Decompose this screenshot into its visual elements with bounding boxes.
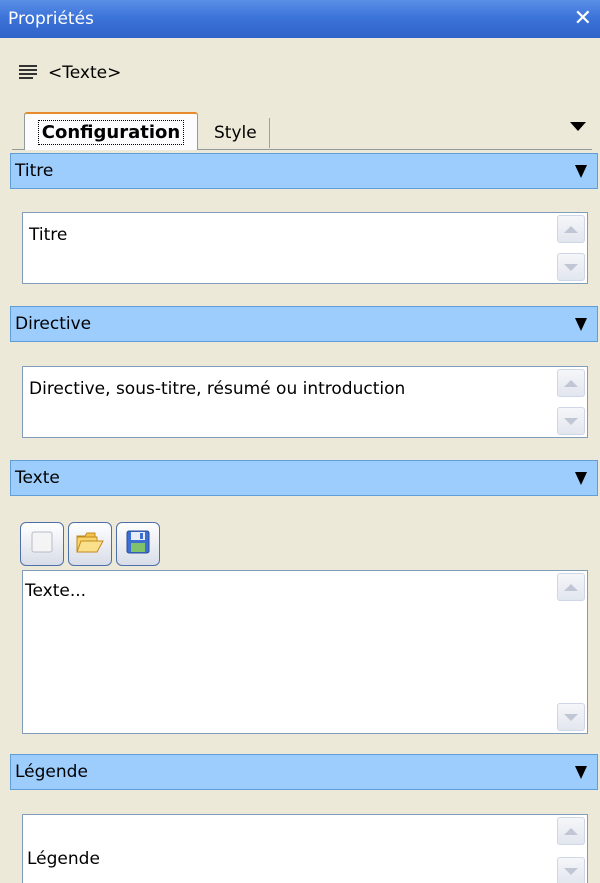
scroll-down-icon[interactable] <box>557 703 585 731</box>
title-text: Titre <box>29 225 68 245</box>
scroll-up-icon[interactable] <box>557 817 585 845</box>
section-header-label: Légende <box>15 762 88 782</box>
scroll-down-icon[interactable] <box>557 857 585 883</box>
section-header-label: Texte <box>15 468 60 488</box>
save-icon <box>124 528 152 561</box>
directive-text: Directive, sous-titre, résumé ou introdu… <box>29 379 406 399</box>
node-label: <Texte> <box>48 63 122 83</box>
scroll-up-icon[interactable] <box>557 369 585 397</box>
save-button[interactable] <box>116 522 160 566</box>
close-icon[interactable]: ✕ <box>574 8 592 30</box>
panel-title: Propriétés <box>8 9 94 29</box>
new-document-icon <box>29 529 55 560</box>
section-header-label: Directive <box>15 314 92 334</box>
scroll-up-icon[interactable] <box>557 215 585 243</box>
panel-titlebar: Propriétés ✕ <box>0 0 600 38</box>
title-textarea[interactable]: Titre <box>22 212 588 284</box>
section-header-legend[interactable]: Légende <box>10 754 598 790</box>
text-content: Texte... <box>25 581 87 601</box>
section-header-directive[interactable]: Directive <box>10 306 598 342</box>
section-header-title[interactable]: Titre <box>10 153 598 189</box>
selected-node: <Texte> <box>18 56 121 90</box>
legend-text: Légende <box>27 849 100 869</box>
tab-style[interactable]: Style <box>202 118 270 148</box>
collapse-triangle-icon[interactable] <box>575 317 587 331</box>
directive-textarea[interactable]: Directive, sous-titre, résumé ou introdu… <box>22 366 588 438</box>
collapse-triangle-icon[interactable] <box>575 164 587 178</box>
scrollbar[interactable] <box>557 369 585 435</box>
new-document-button[interactable] <box>20 522 64 566</box>
tab-configuration[interactable]: Configuration <box>24 112 198 150</box>
tab-configuration-label: Configuration <box>37 119 185 145</box>
text-content-textarea[interactable]: Texte... <box>22 570 588 734</box>
open-folder-button[interactable] <box>68 522 112 566</box>
text-toolbar <box>20 522 160 566</box>
scroll-down-icon[interactable] <box>557 407 585 435</box>
collapse-triangle-icon[interactable] <box>575 471 587 485</box>
tab-strip: Configuration Style <box>0 108 600 150</box>
scrollbar[interactable] <box>557 215 585 281</box>
scroll-up-icon[interactable] <box>557 573 585 601</box>
tab-menu-dropdown-icon[interactable] <box>570 122 586 131</box>
text-lines-icon <box>18 64 38 82</box>
scrollbar[interactable] <box>557 817 585 883</box>
section-header-label: Titre <box>15 161 54 181</box>
open-folder-icon <box>75 529 105 560</box>
section-header-text[interactable]: Texte <box>10 460 598 496</box>
scrollbar[interactable] <box>557 573 585 731</box>
legend-textarea[interactable]: Légende <box>22 814 588 883</box>
scroll-down-icon[interactable] <box>557 253 585 281</box>
collapse-triangle-icon[interactable] <box>575 765 587 779</box>
